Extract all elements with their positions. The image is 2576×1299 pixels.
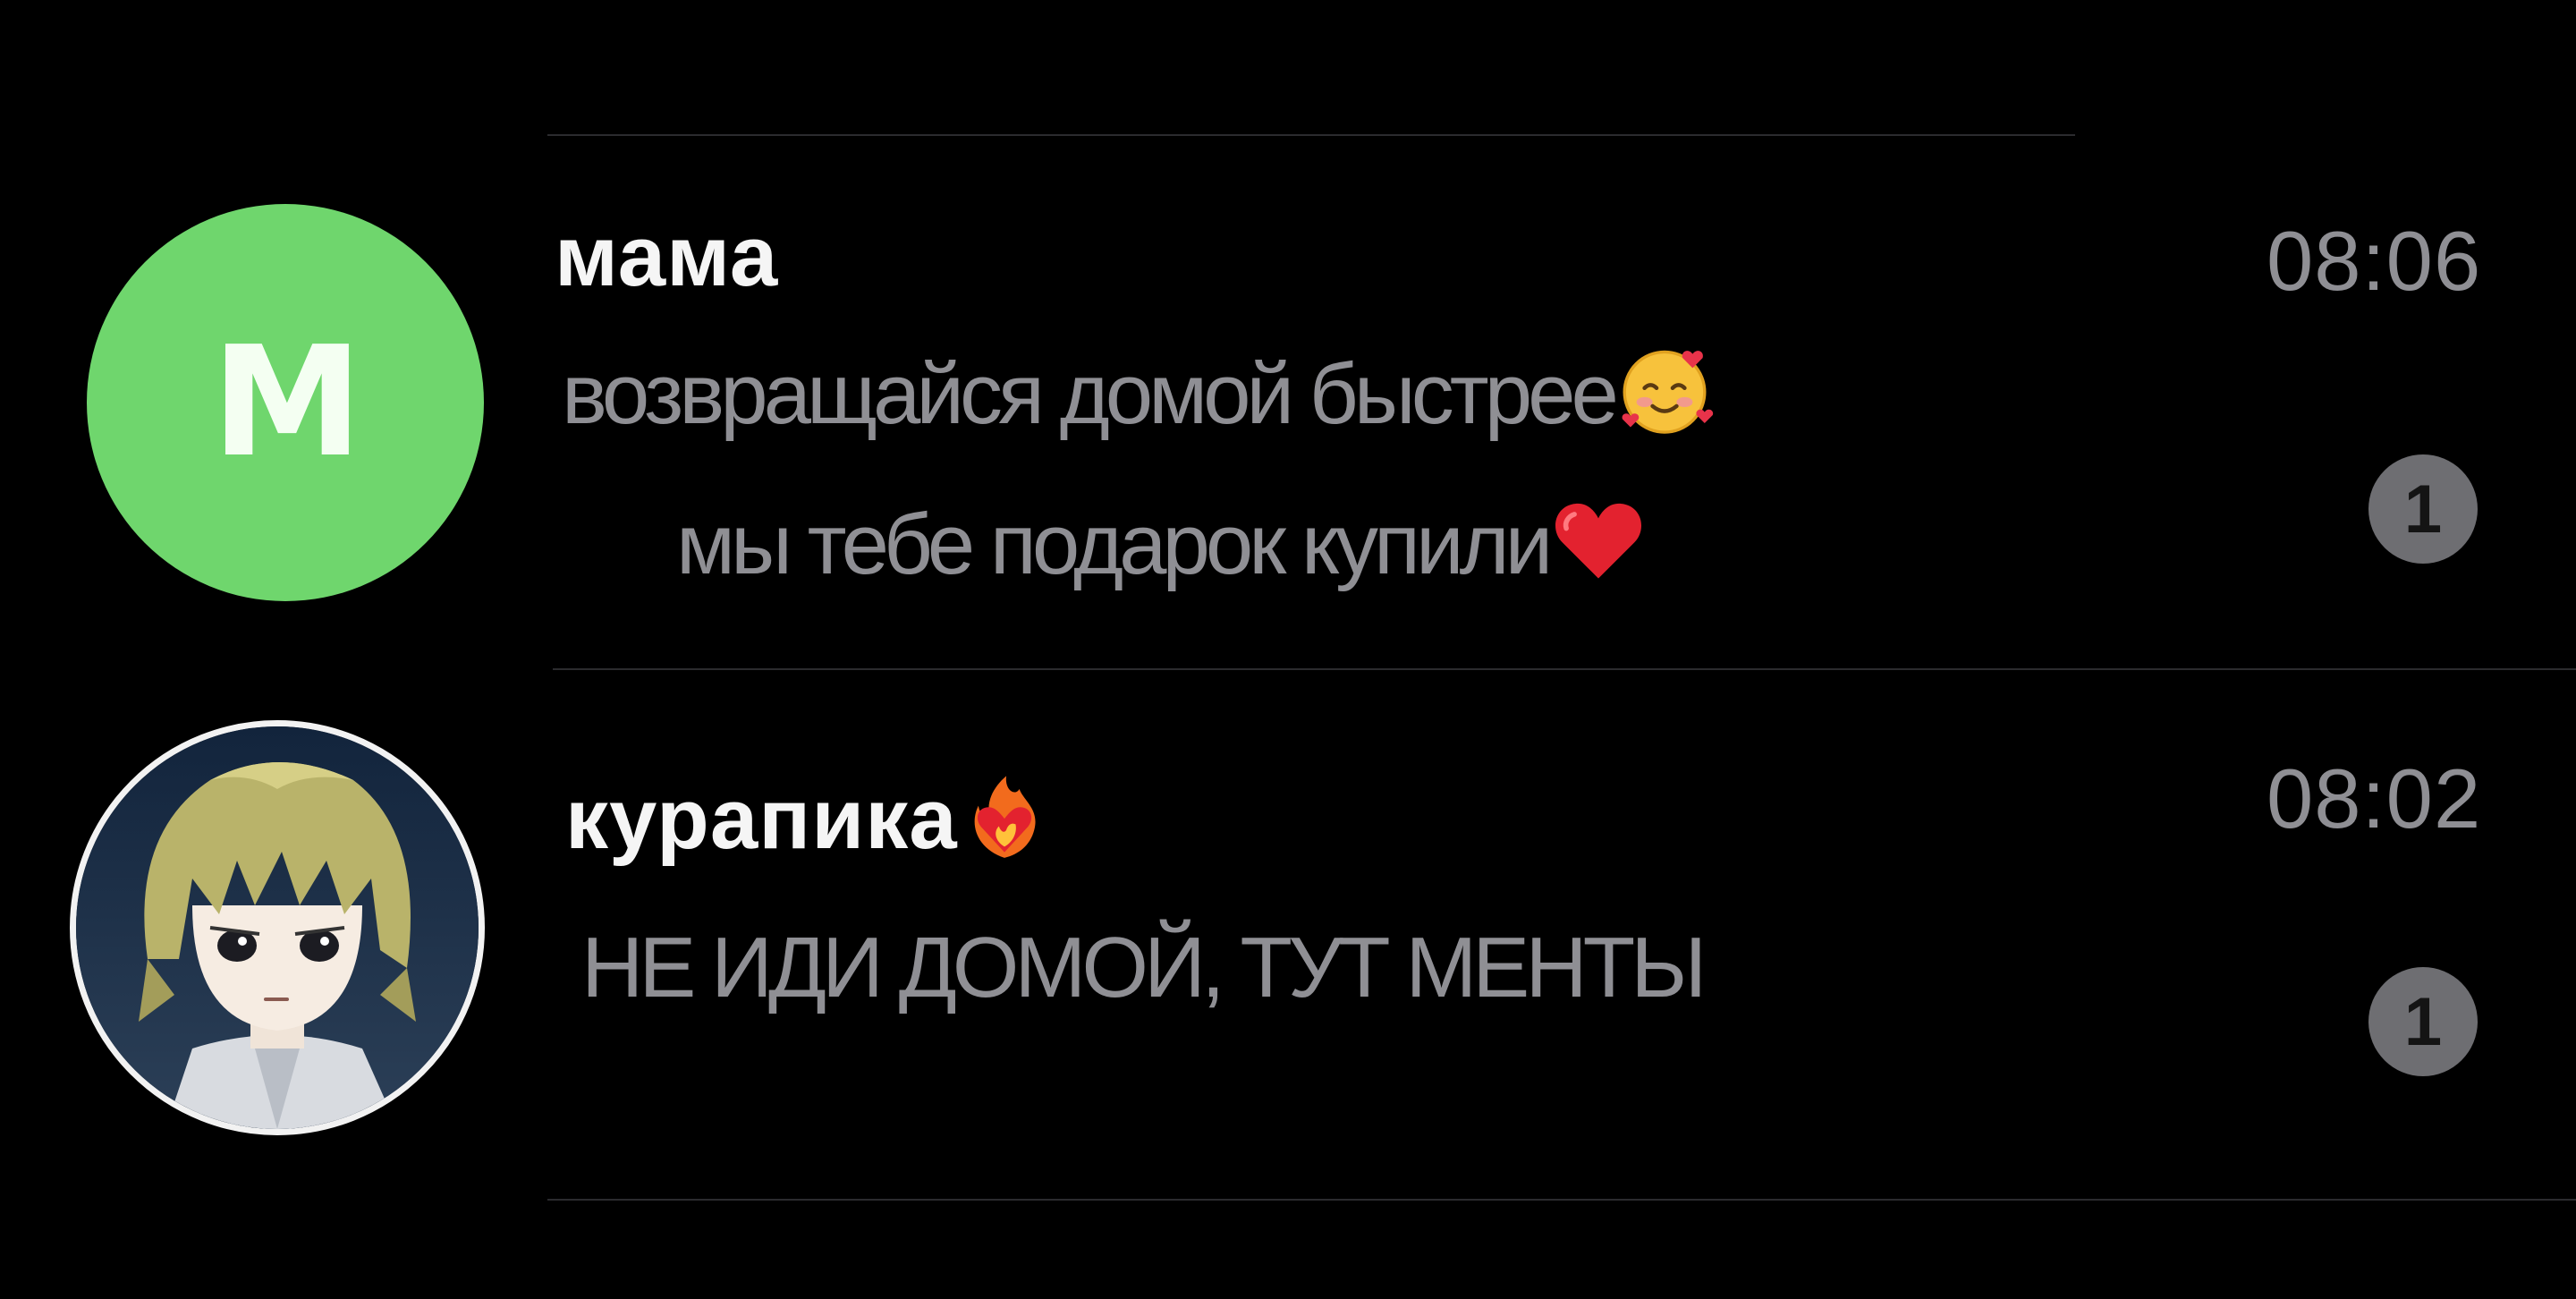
anime-character-avatar	[76, 726, 479, 1129]
chat-list-item-kurapika[interactable]: курапика 08:02 НЕ ИДИ ДОМОЙ, ТУТ МЕНТЫ 1	[0, 668, 2576, 1199]
smiling-face-with-hearts-icon	[1614, 340, 1715, 461]
heart-on-fire-icon	[958, 768, 1051, 882]
avatar	[70, 720, 485, 1135]
chat-time: 08:06	[2267, 214, 2482, 308]
message-preview-text: мы тебе подарок купили	[676, 496, 1553, 592]
message-preview-line1: НЕ ИДИ ДОМОЙ, ТУТ МЕНТЫ	[581, 919, 1707, 1017]
chat-name: курапика	[565, 768, 1051, 882]
avatar-letter: M	[211, 314, 362, 491]
chat-list-item-mama[interactable]: M мама 08:06 возвращайся домой быстрее м…	[0, 0, 2576, 668]
message-preview-line2: мы тебе подарок купили	[676, 490, 1648, 611]
chat-name-text: мама	[555, 208, 779, 304]
message-preview-text: НЕ ИДИ ДОМОЙ, ТУТ МЕНТЫ	[581, 920, 1707, 1015]
unread-badge: 1	[2368, 967, 2478, 1076]
chat-name-text: курапика	[565, 770, 958, 867]
message-preview-text: возвращайся домой быстрее	[562, 345, 1619, 442]
chat-divider-bottom	[547, 1199, 2576, 1201]
red-heart-icon	[1548, 490, 1648, 611]
message-preview-line1: возвращайся домой быстрее	[562, 340, 1715, 461]
avatar: M	[87, 204, 484, 601]
unread-badge: 1	[2368, 454, 2478, 564]
chat-time: 08:02	[2267, 751, 2482, 845]
chat-name: мама	[555, 208, 778, 306]
